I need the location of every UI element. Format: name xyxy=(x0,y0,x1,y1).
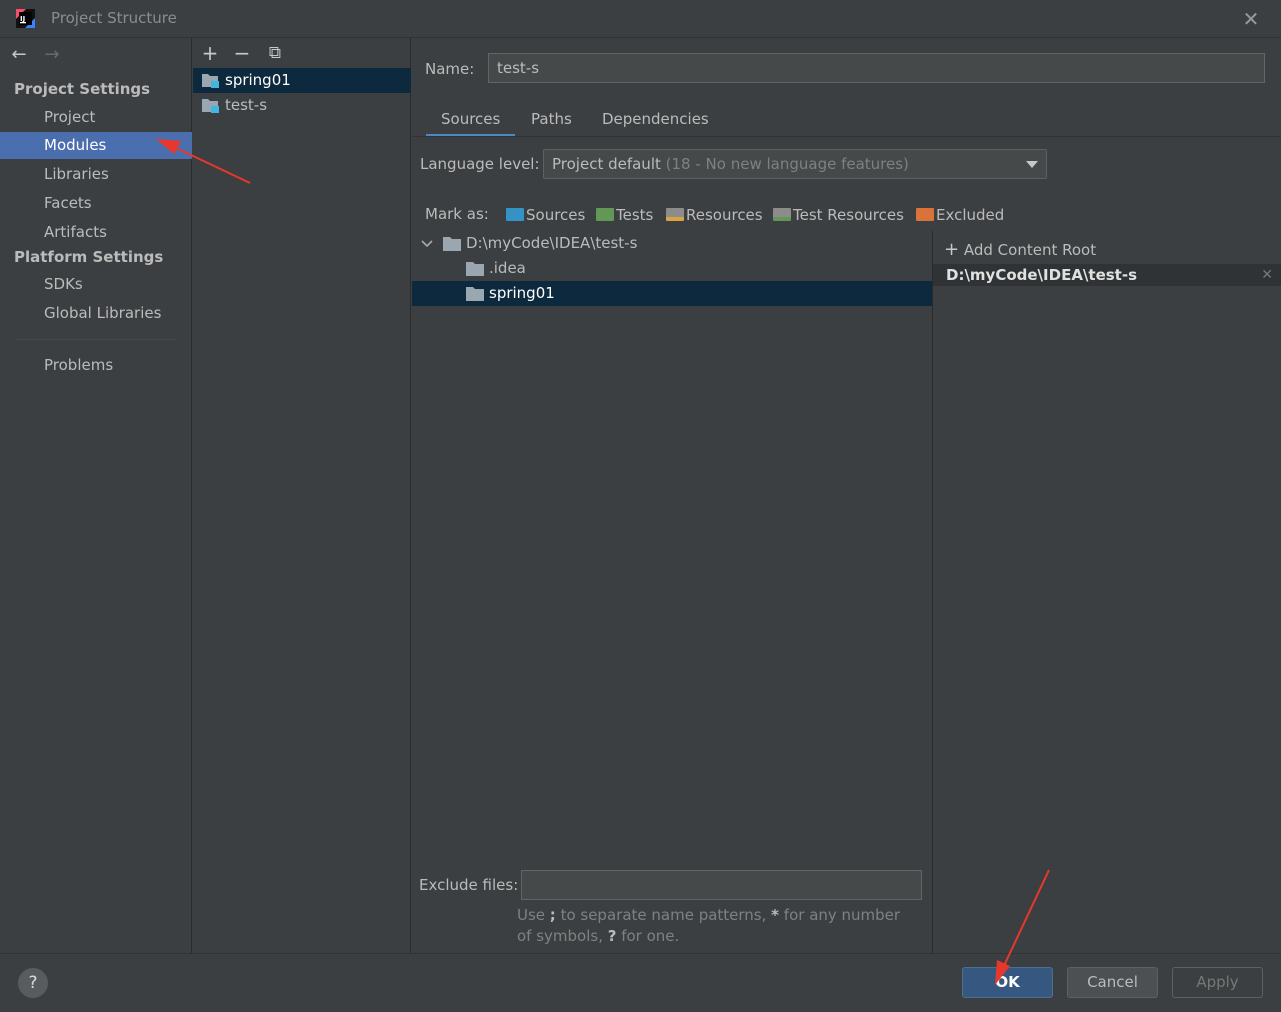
tree-row-idea[interactable]: .idea xyxy=(412,256,932,281)
language-level-hint: (18 - No new language features) xyxy=(665,155,909,173)
plus-icon: + xyxy=(944,239,960,260)
mark-tests-label: Tests xyxy=(616,206,654,224)
forward-arrow-icon[interactable]: → xyxy=(41,44,63,66)
excluded-folder-icon xyxy=(916,208,934,221)
module-item-spring01[interactable]: spring01 xyxy=(193,68,411,93)
content-tree xyxy=(412,231,932,861)
remove-module-icon[interactable]: − xyxy=(231,42,253,64)
project-settings-header: Project Settings xyxy=(14,80,151,98)
sidebar-item-global-libraries[interactable]: Global Libraries xyxy=(0,300,192,327)
add-content-root-button[interactable]: + Add Content Root xyxy=(944,239,1096,260)
module-name-input[interactable] xyxy=(488,53,1265,83)
sidebar-item-problems[interactable]: Problems xyxy=(0,352,192,379)
tab-dependencies[interactable]: Dependencies xyxy=(587,103,724,137)
window-title: Project Structure xyxy=(51,9,177,27)
cancel-button[interactable]: Cancel xyxy=(1067,967,1158,998)
mark-test-resources-button[interactable]: Test Resources xyxy=(773,205,904,227)
mark-excluded-label: Excluded xyxy=(936,206,1005,224)
mark-sources-button[interactable]: Sources xyxy=(506,205,585,227)
module-folder-icon xyxy=(202,74,219,88)
sidebar-item-project[interactable]: Project xyxy=(0,104,192,131)
tab-paths[interactable]: Paths xyxy=(516,103,587,137)
sidebar-item-sdks[interactable]: SDKs xyxy=(0,271,192,298)
sidebar-divider xyxy=(16,339,176,340)
mark-tests-button[interactable]: Tests xyxy=(596,205,653,227)
sidebar-item-facets[interactable]: Facets xyxy=(0,190,192,217)
folder-icon xyxy=(466,287,484,301)
tree-row-spring01[interactable]: spring01 xyxy=(412,281,932,306)
intellij-logo-icon: IJ xyxy=(16,9,35,28)
sidebar-item-libraries[interactable]: Libraries xyxy=(0,161,192,188)
tests-folder-icon xyxy=(596,208,614,221)
svg-text:IJ: IJ xyxy=(20,15,25,23)
module-label: spring01 xyxy=(225,71,291,89)
name-label: Name: xyxy=(425,60,475,78)
mark-test-resources-label: Test Resources xyxy=(793,206,904,224)
module-label: test-s xyxy=(225,96,268,114)
exclude-files-hint: Use ; to separate name patterns, * for a… xyxy=(517,906,901,945)
module-folder-icon xyxy=(202,99,219,113)
mark-sources-label: Sources xyxy=(526,206,586,224)
remove-content-root-icon[interactable]: ✕ xyxy=(1261,264,1273,286)
ok-button[interactable]: OK xyxy=(962,967,1053,998)
mark-resources-button[interactable]: Resources xyxy=(666,205,763,227)
exclude-files-input[interactable] xyxy=(521,870,922,900)
sidebar-item-artifacts[interactable]: Artifacts xyxy=(0,219,192,246)
content-root-pane xyxy=(932,231,1281,953)
content-root-entry[interactable]: D:\myCode\IDEA\test-s ✕ xyxy=(933,264,1281,286)
mark-excluded-button[interactable]: Excluded xyxy=(916,205,1004,227)
tab-sources[interactable]: Sources xyxy=(426,103,516,137)
tree-root-row[interactable]: D:\myCode\IDEA\test-s xyxy=(412,231,932,256)
mark-resources-label: Resources xyxy=(686,206,763,224)
module-item-test-s[interactable]: test-s xyxy=(193,93,411,118)
close-icon[interactable]: ✕ xyxy=(1240,8,1262,30)
resources-folder-icon xyxy=(666,208,684,221)
tabs-divider xyxy=(412,136,1281,137)
tree-root-label: D:\myCode\IDEA\test-s xyxy=(466,234,638,252)
title-bar xyxy=(0,0,1281,38)
apply-button[interactable]: Apply xyxy=(1172,967,1263,998)
mark-as-label: Mark as: xyxy=(425,205,489,223)
back-arrow-icon[interactable]: ← xyxy=(8,44,30,66)
content-root-path: D:\myCode\IDEA\test-s xyxy=(946,266,1138,284)
folder-icon xyxy=(466,262,484,276)
language-level-value: Project default xyxy=(552,155,661,173)
test-resources-folder-icon xyxy=(773,208,791,221)
platform-settings-header: Platform Settings xyxy=(14,248,164,266)
language-level-select[interactable]: Project default (18 - No new language fe… xyxy=(543,149,1047,179)
chevron-down-icon xyxy=(421,240,433,248)
help-icon[interactable]: ? xyxy=(18,968,48,998)
language-level-label: Language level: xyxy=(420,155,540,173)
exclude-files-label: Exclude files: xyxy=(419,876,519,894)
sources-folder-icon xyxy=(506,208,524,221)
tree-row-label: spring01 xyxy=(489,284,555,302)
copy-module-icon[interactable]: ⧉ xyxy=(264,42,286,64)
chevron-down-icon xyxy=(1026,161,1038,168)
sidebar-item-modules[interactable]: Modules xyxy=(0,132,192,159)
add-content-root-label: Add Content Root xyxy=(963,241,1097,259)
module-list-panel xyxy=(193,38,411,953)
folder-icon xyxy=(443,237,461,251)
tree-row-label: .idea xyxy=(489,259,526,277)
add-module-icon[interactable]: + xyxy=(199,42,221,64)
